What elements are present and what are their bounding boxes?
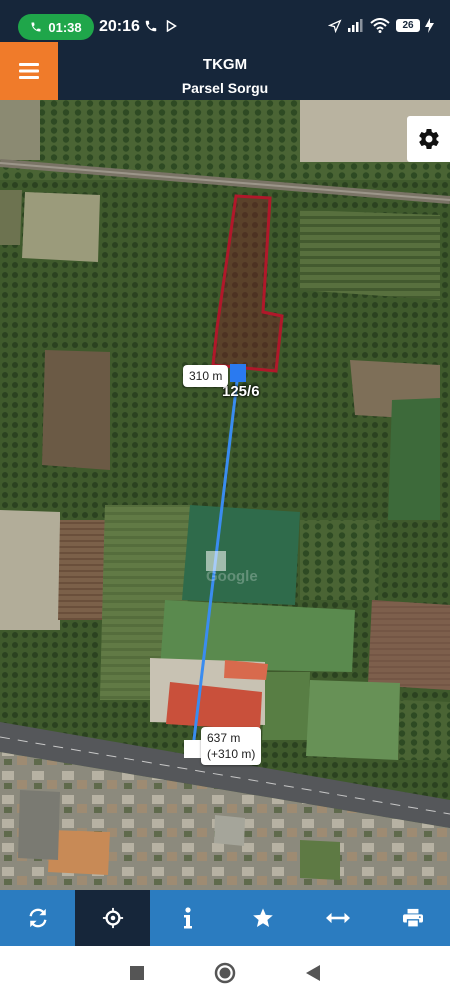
ongoing-call-pill[interactable]: 01:38 — [18, 14, 94, 40]
satellite-map[interactable]: 125/6 310 m 637 m (+310 m) Google — [0, 100, 450, 890]
battery-indicator: 26 — [396, 19, 420, 32]
phone-icon — [145, 20, 157, 32]
measure-segment-distance-text: (+310 m) — [207, 747, 256, 761]
measure-button[interactable] — [300, 890, 375, 946]
back-button[interactable] — [306, 965, 320, 981]
charging-icon — [425, 18, 434, 33]
measure-icon — [325, 912, 350, 924]
measure-end-handle[interactable] — [184, 740, 202, 758]
crosshair-icon — [102, 907, 123, 929]
status-time: 20:16 — [99, 18, 140, 35]
gear-icon — [418, 129, 439, 150]
measure-start-handle[interactable] — [230, 364, 246, 382]
star-icon — [252, 908, 273, 927]
measure-total-distance-text: 637 m — [207, 731, 241, 745]
refresh-icon — [28, 908, 47, 928]
phone-icon — [31, 22, 41, 32]
bottom-toolbar — [0, 890, 450, 946]
parcel-number-label: 125/6 — [222, 383, 260, 400]
print-icon — [402, 908, 423, 928]
wifi-icon — [370, 18, 390, 33]
measure-start-distance-label: 310 m — [183, 365, 229, 387]
parcel-polygon[interactable] — [211, 194, 284, 373]
map-watermark: Google — [206, 568, 258, 585]
battery-level: 26 — [402, 20, 414, 31]
play-store-icon — [166, 20, 177, 32]
measure-start-distance-text: 310 m — [189, 369, 223, 383]
recent-apps-button[interactable] — [130, 966, 144, 980]
info-button[interactable] — [150, 890, 225, 946]
locate-button[interactable] — [75, 890, 150, 946]
app-subtitle: Parsel Sorgu — [181, 80, 269, 96]
parcel-overlay — [184, 194, 284, 758]
app-header: TKGM Parsel Sorgu — [0, 42, 450, 100]
favorites-button[interactable] — [225, 890, 300, 946]
info-icon — [183, 907, 192, 929]
refresh-button[interactable] — [0, 890, 75, 946]
print-button[interactable] — [375, 890, 450, 946]
measure-end-distance-label: 637 m (+310 m) — [201, 727, 262, 765]
app-title: TKGM — [202, 56, 248, 73]
location-arrow-icon — [328, 19, 342, 33]
signal-icon — [348, 19, 363, 32]
settings-button[interactable] — [407, 116, 450, 162]
status-bar: 01:38 20:16 26 — [0, 0, 450, 42]
home-button[interactable] — [214, 962, 236, 984]
call-duration: 01:38 — [48, 19, 82, 35]
system-navigation-bar — [0, 946, 450, 1000]
